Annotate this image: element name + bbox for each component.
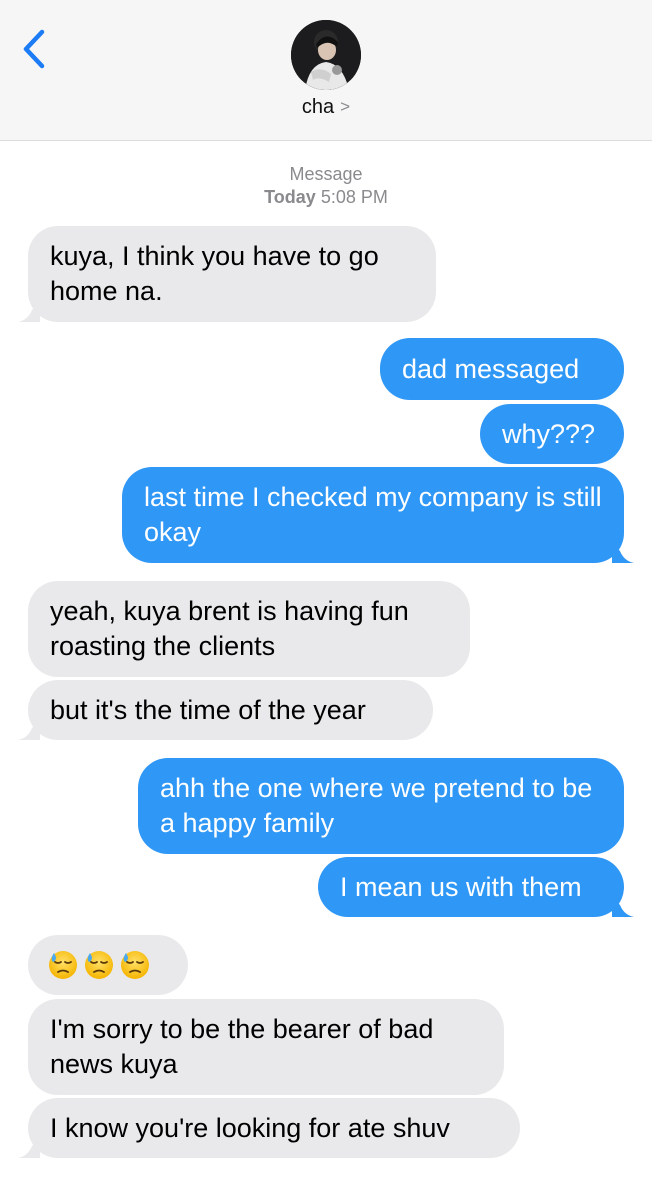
contact-name: cha <box>301 96 335 118</box>
contact-name-button[interactable]: cha > <box>0 96 652 119</box>
outgoing-message-bubble[interactable]: why??? <box>480 404 624 464</box>
emoji-row <box>48 950 150 980</box>
outgoing-message-bubble[interactable]: I mean us with them <box>318 857 634 917</box>
timestamp: Today 5:08 PM <box>0 186 652 209</box>
service-label: Message <box>289 164 363 184</box>
message-text: I'm sorry to be the bearer of bad news k… <box>50 1014 434 1079</box>
incoming-emoji-bubble[interactable] <box>28 935 188 995</box>
outgoing-message-bubble[interactable]: ahh the one where we pretend to be a hap… <box>138 758 624 854</box>
outgoing-message-bubble[interactable]: last time I checked my company is still … <box>122 467 634 563</box>
message-text: ahh the one where we pretend to be a hap… <box>160 773 593 838</box>
message-text: why??? <box>502 418 596 449</box>
bubble-tail <box>612 543 634 563</box>
message-text: I mean us with them <box>340 871 582 902</box>
bubble-tail <box>18 1138 40 1158</box>
message-text: kuya, I think you have to go home na. <box>50 241 379 306</box>
incoming-message-bubble[interactable]: kuya, I think you have to go home na. <box>18 226 436 322</box>
avatar[interactable] <box>291 20 361 90</box>
chevron-right-icon: > <box>340 97 351 116</box>
contact-avatar-icon <box>291 20 361 90</box>
timestamp-day: Today <box>264 187 316 207</box>
incoming-message-bubble[interactable]: yeah, kuya brent is having fun roasting … <box>28 581 470 677</box>
incoming-message-bubble[interactable]: I'm sorry to be the bearer of bad news k… <box>28 999 504 1095</box>
incoming-message-bubble[interactable]: I know you're looking for ate shuv <box>18 1098 520 1158</box>
bubble-tail <box>18 302 40 322</box>
downcast-sweat-face-icon <box>49 951 77 979</box>
conversation-header: cha > <box>0 0 652 141</box>
timestamp-time: 5:08 PM <box>320 187 388 207</box>
incoming-message-bubble[interactable]: but it's the time of the year <box>18 680 433 740</box>
bubble-tail <box>18 720 40 740</box>
downcast-sweat-face-icon <box>121 951 149 979</box>
back-button[interactable] <box>20 28 50 70</box>
thread-timestamp: Message Today 5:08 PM <box>0 163 652 209</box>
message-text: yeah, kuya brent is having fun roasting … <box>50 596 409 661</box>
chevron-left-icon <box>23 29 45 69</box>
outgoing-message-bubble[interactable]: dad messaged <box>380 338 624 400</box>
message-text: I know you're looking for ate shuv <box>50 1112 450 1143</box>
message-text: but it's the time of the year <box>50 694 366 725</box>
bubble-tail <box>612 897 634 917</box>
message-text: last time I checked my company is still … <box>144 482 602 547</box>
downcast-sweat-face-icon <box>85 951 113 979</box>
message-text: dad messaged <box>402 353 580 384</box>
